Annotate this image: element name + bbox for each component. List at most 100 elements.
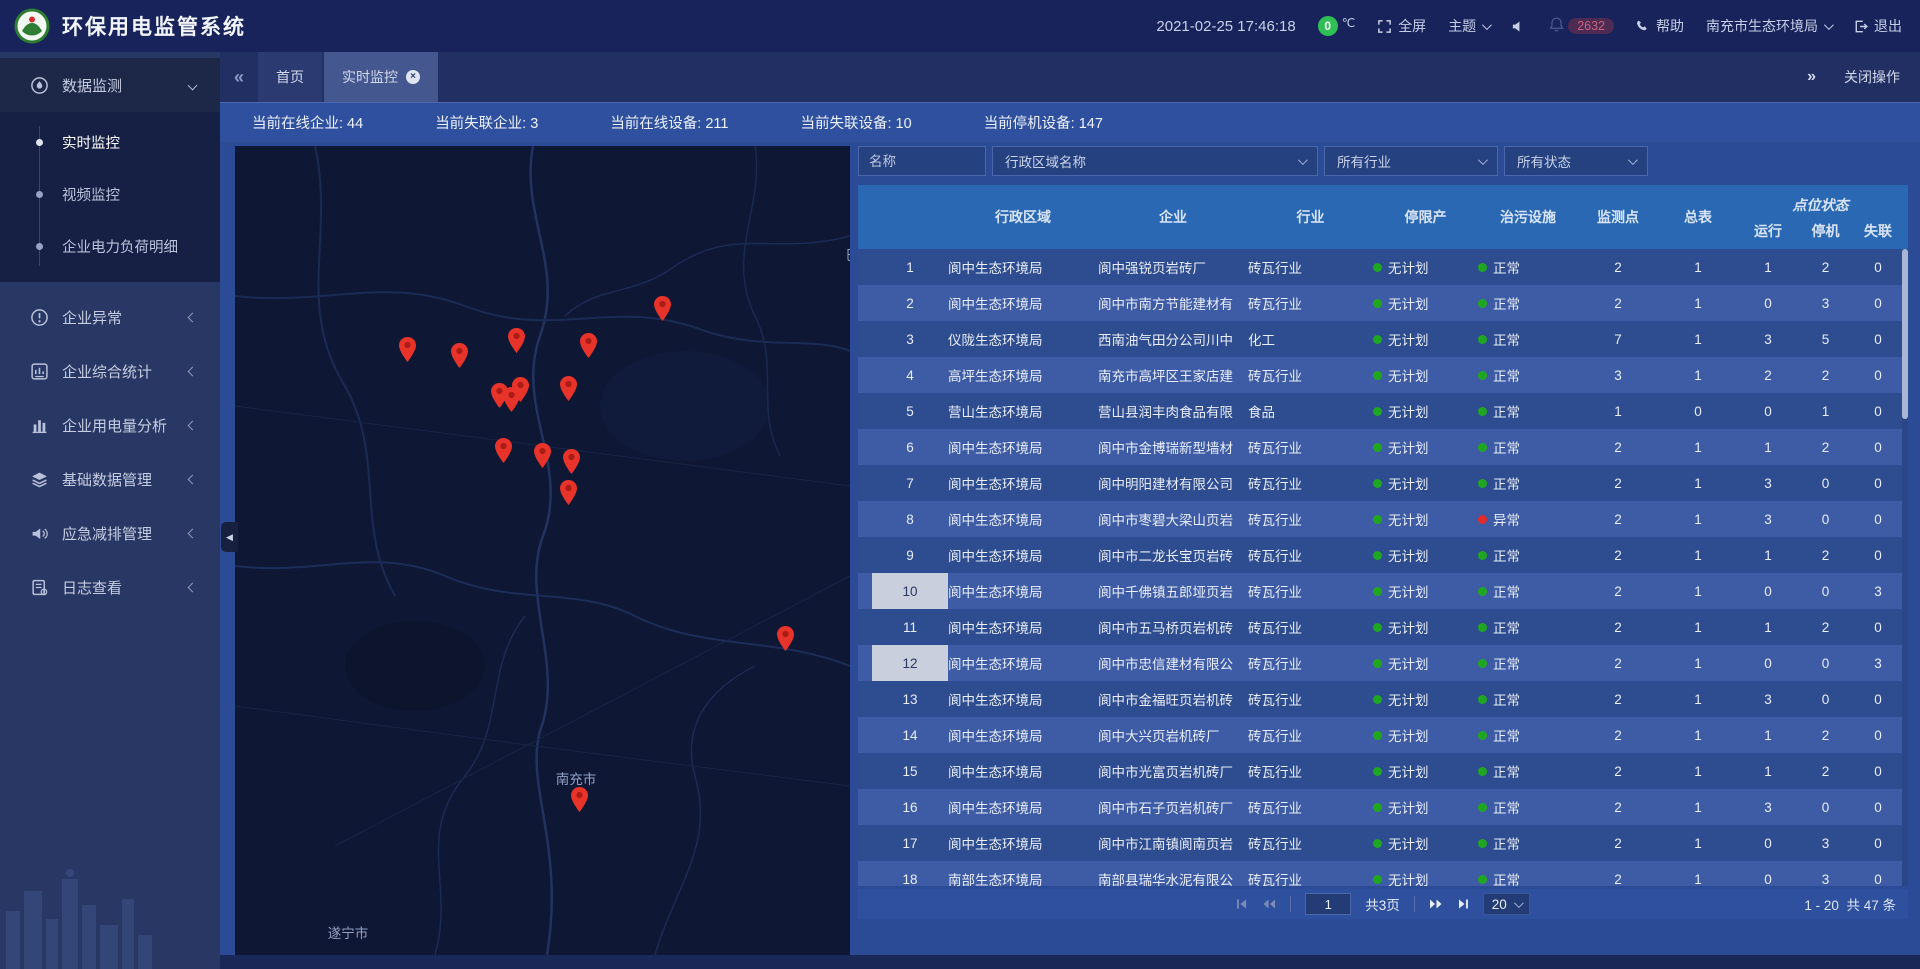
sidebar-item[interactable]: 企业用电量分析	[0, 398, 220, 452]
lost-count-cell: 0	[1853, 512, 1903, 527]
status-filter-select[interactable]: 所有状态	[1504, 146, 1648, 176]
table-row[interactable]: 10阆中生态环境局阆中千佛镇五郎垭页岩砖瓦行业无计划正常21003	[858, 573, 1908, 609]
prev-page-button[interactable]	[1262, 898, 1276, 910]
lost-count-cell: 0	[1853, 404, 1903, 419]
tab[interactable]: 实时监控×	[324, 52, 438, 102]
facility-status-cell: 正常	[1478, 653, 1578, 673]
sidebar-subitem[interactable]: 企业电力负荷明细	[0, 220, 220, 272]
table-row[interactable]: 1阆中生态环境局阆中强锐页岩砖厂砖瓦行业无计划正常21120	[858, 249, 1908, 285]
sidebar-item[interactable]: 企业异常	[0, 290, 220, 344]
status-dot-icon	[1373, 479, 1382, 488]
table-row[interactable]: 2阆中生态环境局阆中市南方节能建材有砖瓦行业无计划正常21030	[858, 285, 1908, 321]
monitor-count-cell: 2	[1578, 692, 1658, 707]
map-pin[interactable]	[399, 337, 416, 362]
stop-plan-cell: 无计划	[1373, 869, 1478, 886]
tabs-scroll-right-icon[interactable]: »	[1807, 68, 1816, 86]
table-row[interactable]: 4高坪生态环境局南充市高坪区王家店建砖瓦行业无计划正常31220	[858, 357, 1908, 393]
status-dot-icon	[1373, 767, 1382, 776]
org-dropdown[interactable]: 南充市生态环境局	[1706, 16, 1831, 36]
next-page-button[interactable]	[1429, 898, 1443, 910]
table-row[interactable]: 15阆中生态环境局阆中市光富页岩机砖厂砖瓦行业无计划正常21120	[858, 753, 1908, 789]
map-pin[interactable]	[534, 443, 551, 468]
map-pin[interactable]	[571, 787, 588, 812]
map-pin[interactable]	[508, 328, 525, 353]
map-pin[interactable]	[451, 343, 468, 368]
table-row[interactable]: 12阆中生态环境局阆中市忠信建材有限公砖瓦行业无计划正常21003	[858, 645, 1908, 681]
table-scrollbar[interactable]	[1902, 249, 1908, 886]
status-dot-icon	[1478, 587, 1487, 596]
page-input[interactable]	[1305, 893, 1351, 915]
map-pin[interactable]	[580, 333, 597, 358]
fullscreen-button[interactable]: 全屏	[1377, 16, 1426, 36]
status-dot-icon	[1478, 371, 1487, 380]
map-pin[interactable]	[560, 376, 577, 401]
tab-close-icon[interactable]: ×	[406, 70, 420, 84]
run-count-cell: 1	[1738, 548, 1798, 563]
stop-plan-cell: 无计划	[1373, 365, 1478, 385]
sidebar-item[interactable]: 日志查看	[0, 560, 220, 614]
table-row[interactable]: 3仪陇生态环境局西南油气田分公司川中化工无计划正常71350	[858, 321, 1908, 357]
facility-status-cell: 正常	[1478, 257, 1578, 277]
tab[interactable]: 首页	[258, 52, 322, 102]
logout-button[interactable]: 退出	[1853, 16, 1902, 36]
monitor-icon	[30, 76, 49, 95]
map-pin[interactable]	[512, 377, 529, 402]
map-collapse-button[interactable]: ◀	[221, 522, 238, 552]
stop-plan-cell: 无计划	[1373, 293, 1478, 313]
table-row[interactable]: 13阆中生态环境局阆中市金福旺页岩机砖砖瓦行业无计划正常21300	[858, 681, 1908, 717]
map-pin[interactable]	[654, 296, 671, 321]
map-pin[interactable]	[777, 626, 794, 651]
table-row[interactable]: 16阆中生态环境局阆中市石子页岩机砖厂砖瓦行业无计划正常21300	[858, 789, 1908, 825]
theme-dropdown[interactable]: 主题	[1448, 16, 1489, 36]
status-dot-icon	[1373, 371, 1382, 380]
meter-count-cell: 1	[1658, 332, 1738, 347]
table-row[interactable]: 18南部生态环境局南部县瑞华水泥有限公砖瓦行业无计划正常21030	[858, 861, 1908, 886]
first-page-button[interactable]	[1236, 898, 1248, 910]
meter-count-cell: 1	[1658, 800, 1738, 815]
sidebar-item[interactable]: 企业综合统计	[0, 344, 220, 398]
phone-icon	[1636, 19, 1650, 33]
table-row[interactable]: 6阆中生态环境局阆中市金博瑞新型墙材砖瓦行业无计划正常21120	[858, 429, 1908, 465]
region-cell: 高坪生态环境局	[948, 365, 1098, 385]
help-button[interactable]: 帮助	[1636, 16, 1684, 36]
page-size-select[interactable]: 20	[1483, 893, 1530, 915]
facility-status-cell: 正常	[1478, 365, 1578, 385]
enterprise-cell: 南部县瑞华水泥有限公	[1098, 869, 1248, 886]
halt-count-cell: 0	[1798, 584, 1853, 599]
last-page-button[interactable]	[1457, 898, 1469, 910]
scrollbar-thumb[interactable]	[1902, 249, 1908, 419]
map-pin[interactable]	[495, 438, 512, 463]
sidebar-subitem[interactable]: 实时监控	[0, 116, 220, 168]
table-row[interactable]: 11阆中生态环境局阆中市五马桥页岩机砖砖瓦行业无计划正常21120	[858, 609, 1908, 645]
sidebar-item[interactable]: 基础数据管理	[0, 452, 220, 506]
sidebar-item[interactable]: 数据监测	[0, 58, 220, 112]
row-number-cell: 11	[872, 609, 948, 645]
stop-plan-cell: 无计划	[1373, 833, 1478, 853]
monitor-panel: 行政区域名称 所有行业 所有状态 行政区域企业行业停限产治污设施监测点总表点位状…	[858, 146, 1908, 955]
table-row[interactable]: 17阆中生态环境局阆中市江南镇阆南页岩砖瓦行业无计划正常21030	[858, 825, 1908, 861]
row-number-cell: 4	[872, 357, 948, 393]
table-row[interactable]: 7阆中生态环境局阆中明阳建材有限公司砖瓦行业无计划正常21300	[858, 465, 1908, 501]
sound-button[interactable]	[1511, 19, 1526, 34]
table-row[interactable]: 5营山生态环境局营山县润丰肉食品有限食品无计划正常10010	[858, 393, 1908, 429]
sidebar-item-label: 企业用电量分析	[62, 415, 189, 436]
map-pin[interactable]	[560, 480, 577, 505]
notifications-button[interactable]: 2632	[1548, 16, 1614, 36]
region-filter-select[interactable]: 行政区域名称	[992, 146, 1318, 176]
tabs-scroll-left-icon[interactable]: «	[234, 67, 244, 88]
sidebar-item[interactable]: 应急减排管理	[0, 506, 220, 560]
horn-icon	[30, 524, 49, 543]
industry-filter-select[interactable]: 所有行业	[1324, 146, 1498, 176]
close-actions-dropdown[interactable]: 关闭操作	[1844, 67, 1900, 87]
sidebar-subitem[interactable]: 视频监控	[0, 168, 220, 220]
run-count-cell: 3	[1738, 800, 1798, 815]
map-pin[interactable]	[563, 449, 580, 474]
map-panel[interactable]: 巴中市南充市遂宁市	[235, 146, 850, 955]
status-dot-icon	[1373, 623, 1382, 632]
table-row[interactable]: 8阆中生态环境局阆中市枣碧大梁山页岩砖瓦行业无计划异常21300	[858, 501, 1908, 537]
status-dot-icon	[1478, 515, 1487, 524]
table-row[interactable]: 14阆中生态环境局阆中大兴页岩机砖厂砖瓦行业无计划正常21120	[858, 717, 1908, 753]
table-row[interactable]: 9阆中生态环境局阆中市二龙长宝页岩砖砖瓦行业无计划正常21120	[858, 537, 1908, 573]
row-number-cell: 18	[872, 861, 948, 886]
name-filter-input[interactable]	[858, 146, 986, 176]
